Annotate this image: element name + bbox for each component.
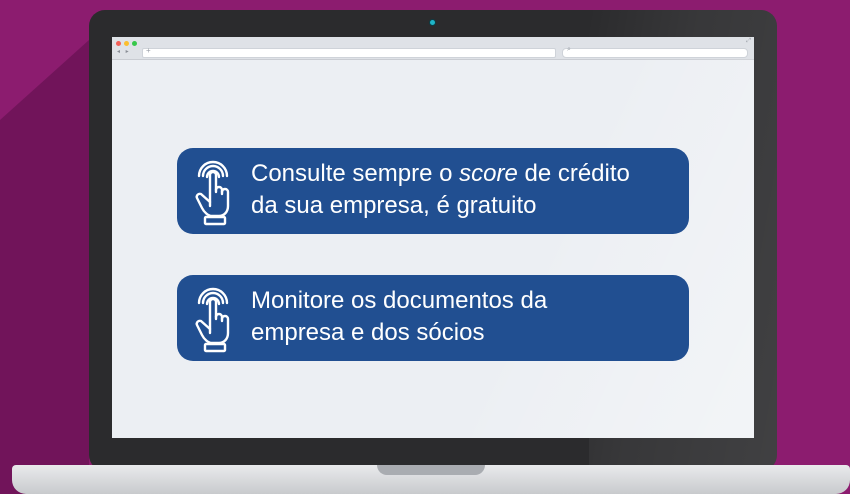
tip-line-2: empresa e dos sócios xyxy=(251,319,485,346)
close-window-button[interactable] xyxy=(116,41,121,46)
tip-text: Consulte sempre o score de crédito da su… xyxy=(251,158,681,222)
tip-line-1: Consulte sempre o score de crédito xyxy=(251,158,681,190)
address-bar[interactable]: + xyxy=(142,46,556,58)
back-forward-buttons[interactable]: ◂ ▸ xyxy=(117,49,139,56)
tip-card-score: Consulte sempre o score de crédito da su… xyxy=(177,148,689,234)
tip-line-1-emphasis: score xyxy=(459,160,518,187)
touch-hand-icon xyxy=(195,160,230,226)
tip-card-monitor: Monitore os documentos da empresa e dos … xyxy=(177,275,689,361)
tip-line-1-start: Consulte sempre o xyxy=(251,160,460,187)
tip-line-1-end: de crédito xyxy=(517,160,630,187)
touch-hand-icon xyxy=(195,287,230,353)
browser-search-field[interactable]: ⌕ xyxy=(562,46,748,58)
tip-text: Monitore os documentos da empresa e dos … xyxy=(251,285,681,349)
fullscreen-icon[interactable]: ⤢ xyxy=(746,38,751,45)
search-icon: ⌕ xyxy=(567,46,571,53)
tip-line-1: Monitore os documentos da xyxy=(251,287,548,314)
webcam xyxy=(430,20,435,25)
new-tab-icon[interactable]: + xyxy=(146,46,151,55)
maximize-window-button[interactable] xyxy=(132,41,137,46)
laptop-opening-notch xyxy=(377,465,485,475)
minimize-window-button[interactable] xyxy=(124,41,129,46)
screen-sheen xyxy=(112,59,754,438)
browser-toolbar: ◂ ▸ + ⌕ ⤢ xyxy=(112,37,754,60)
laptop-screen: ◂ ▸ + ⌕ ⤢ Consulte sempre o score de cré… xyxy=(112,37,754,438)
tip-line-2: da sua empresa, é gratuito xyxy=(251,192,537,219)
